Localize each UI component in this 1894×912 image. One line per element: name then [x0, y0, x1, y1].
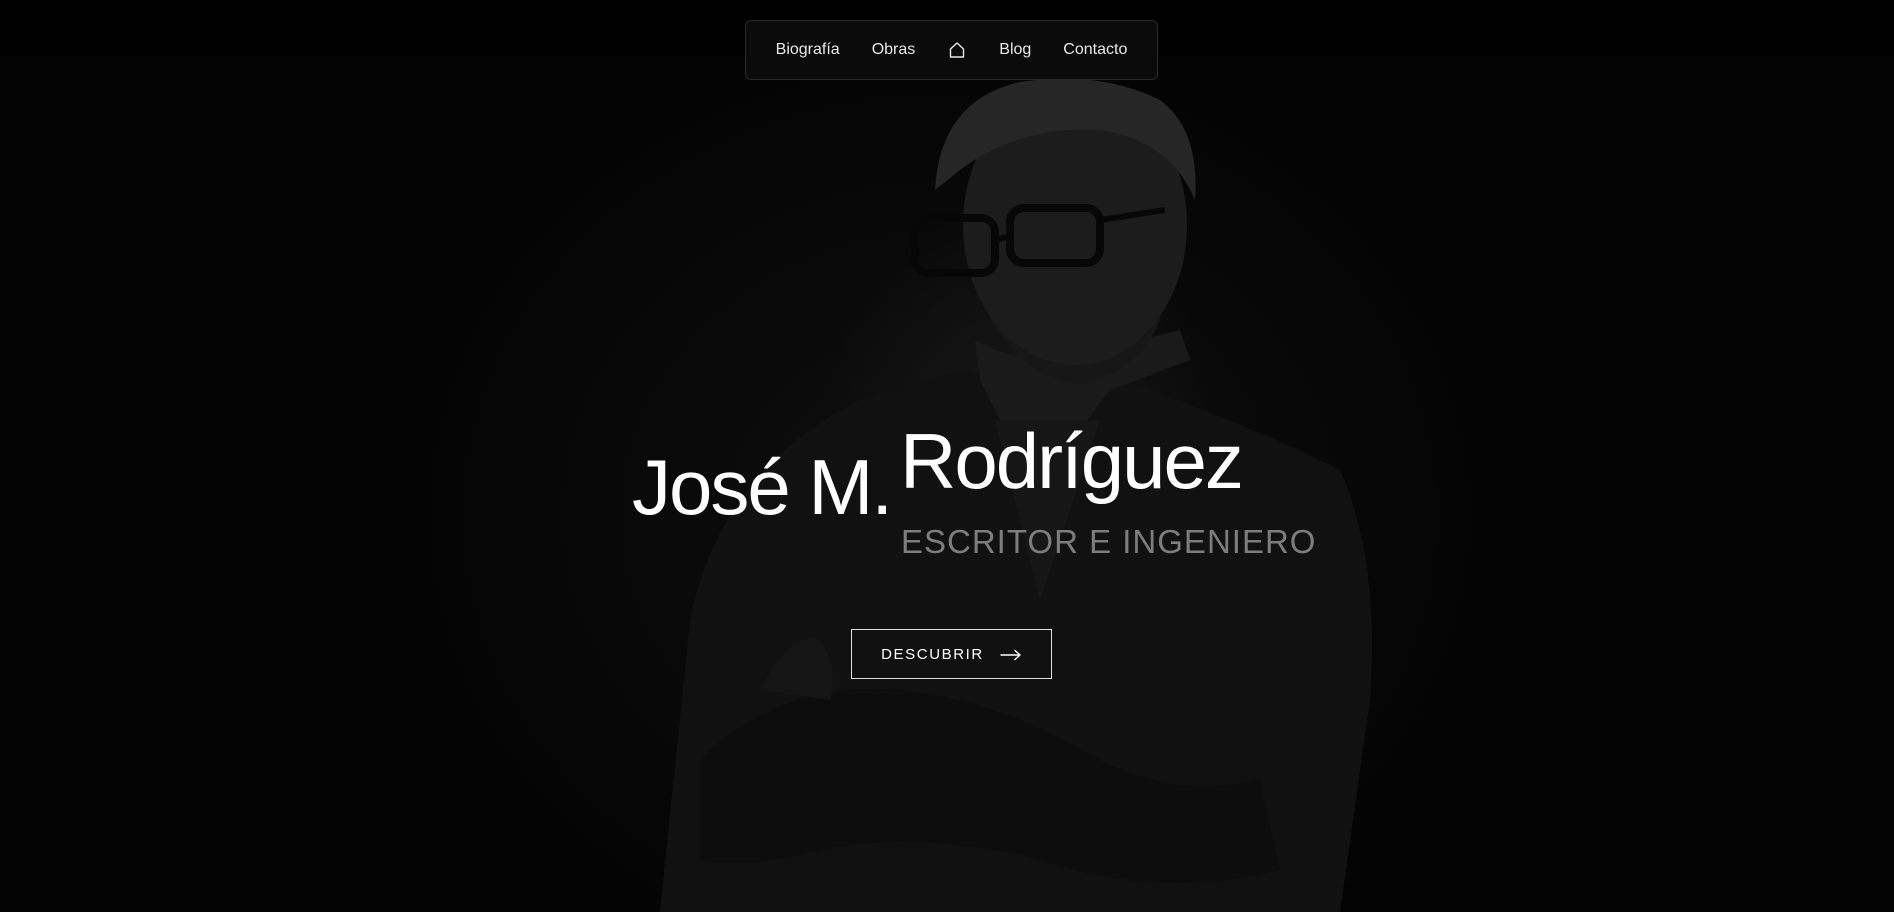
hero-first-name: José M. [632, 443, 893, 531]
hero-last-name: Rodríguez [900, 417, 1244, 505]
home-icon[interactable] [947, 40, 967, 60]
discover-button[interactable]: DESCUBRIR [851, 629, 1052, 679]
nav-link-contacto[interactable]: Contacto [1063, 41, 1127, 59]
discover-button-label: DESCUBRIR [881, 645, 984, 663]
nav-link-biografia[interactable]: Biografía [776, 41, 840, 59]
top-navigation: Biografía Obras Blog Contacto [745, 20, 1158, 80]
nav-link-obras[interactable]: Obras [872, 41, 916, 59]
nav-link-blog[interactable]: Blog [999, 41, 1031, 59]
arrow-right-icon [1000, 648, 1022, 661]
hero-tagline: ESCRITOR E INGENIERO [901, 523, 1317, 560]
page: Biografía Obras Blog Contacto José M. Ro… [0, 0, 1894, 912]
